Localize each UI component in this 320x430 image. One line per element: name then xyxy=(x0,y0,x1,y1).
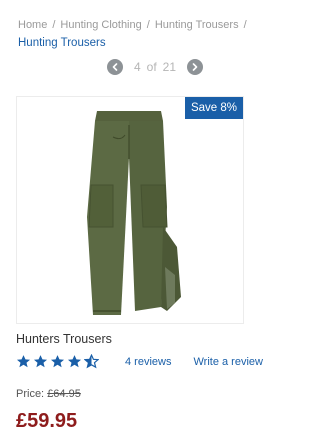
was-price-label: Price: xyxy=(16,388,45,400)
breadcrumb-home-link[interactable]: Home xyxy=(18,19,47,31)
pager-total: 21 xyxy=(162,60,177,74)
star-full-icon xyxy=(67,355,82,368)
breadcrumb: Home / Hunting Clothing / Hunting Trousers / … xyxy=(18,16,298,52)
breadcrumb-separator: / xyxy=(243,19,247,31)
pager-of-label: of xyxy=(146,60,157,74)
chevron-right-icon[interactable] xyxy=(187,59,204,75)
rating-row: 4 reviews Write a review xyxy=(16,354,306,369)
breadcrumb-current[interactable]: Hunting Trousers xyxy=(18,34,298,52)
chevron-left-icon[interactable] xyxy=(106,59,123,75)
star-rating[interactable] xyxy=(16,354,99,369)
current-price: £59.95 xyxy=(16,410,78,430)
star-full-icon xyxy=(16,355,31,368)
product-image-frame[interactable]: Save 8% xyxy=(16,96,244,324)
was-price-value: £64.95 xyxy=(47,388,81,400)
breadcrumb-hunting-clothing-link[interactable]: Hunting Clothing xyxy=(60,19,141,31)
breadcrumb-separator: / xyxy=(52,19,56,31)
was-price: Price: £64.95 xyxy=(16,388,81,400)
reviews-link[interactable]: 4 reviews xyxy=(125,356,171,368)
write-review-link[interactable]: Write a review xyxy=(193,356,262,368)
pager-current: 4 xyxy=(133,60,141,74)
image-pager: 4 of 21 xyxy=(0,59,310,75)
breadcrumb-hunting-trousers-link[interactable]: Hunting Trousers xyxy=(155,19,239,31)
star-full-icon xyxy=(50,355,65,368)
product-image xyxy=(87,111,181,315)
star-half-icon xyxy=(84,354,99,369)
pager-position: 4 of 21 xyxy=(128,60,182,74)
star-full-icon xyxy=(33,355,48,368)
product-title: Hunters Trousers xyxy=(16,332,112,346)
save-badge: Save 8% xyxy=(185,97,243,119)
breadcrumb-separator: / xyxy=(146,19,150,31)
